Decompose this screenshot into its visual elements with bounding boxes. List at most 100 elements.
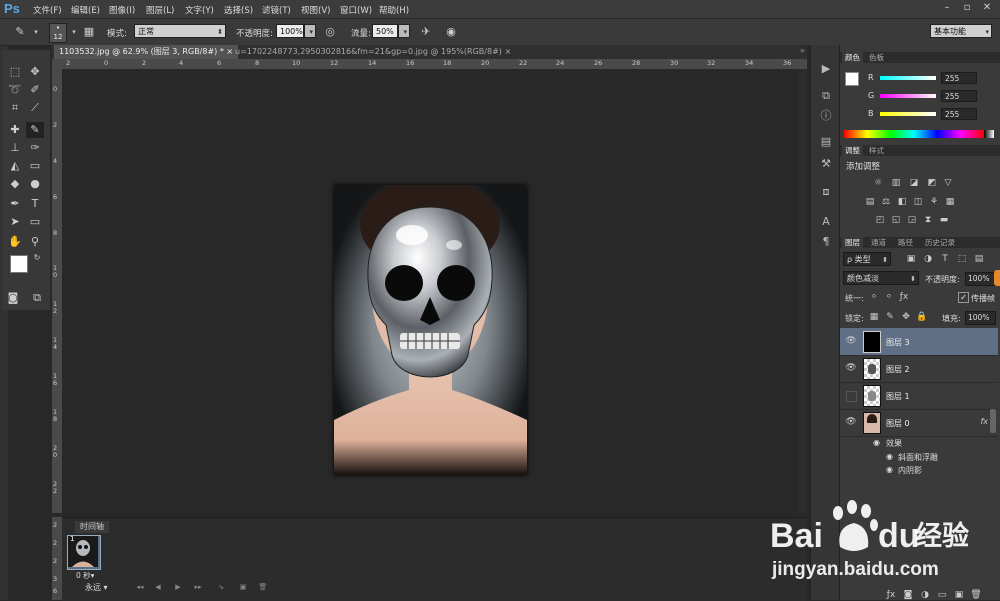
layer-name[interactable]: 图层 3 xyxy=(886,337,910,348)
next-frame-icon[interactable]: ▸▸ xyxy=(192,583,204,593)
zoom-tool-icon[interactable]: ⚲ xyxy=(26,234,44,250)
marquee-tool-icon[interactable]: ⬚ xyxy=(6,64,24,80)
menu-window[interactable]: 窗口(W) xyxy=(340,4,372,16)
propagate-checkbox[interactable]: ✓ xyxy=(958,292,969,303)
channel-slider[interactable] xyxy=(880,76,936,80)
quick-mask-icon[interactable]: ◙ xyxy=(4,290,22,306)
info-icon[interactable]: ⓘ xyxy=(819,109,833,123)
hand-tool-icon[interactable]: ✋ xyxy=(6,234,24,250)
eye-icon[interactable]: 👁 xyxy=(845,417,857,427)
frame-duration[interactable]: 0 秒▾ xyxy=(76,570,94,581)
layer-style-icon[interactable]: ƒx xyxy=(885,590,897,601)
vertical-scrollbar[interactable] xyxy=(798,69,807,513)
threshold-icon[interactable]: ◲ xyxy=(906,215,918,226)
chevron-down-icon[interactable]: ▾ xyxy=(28,24,44,40)
layer-comps-icon[interactable]: ⧈ xyxy=(819,185,833,199)
grayscale-bar[interactable] xyxy=(984,130,994,138)
eye-icon[interactable]: ◉ xyxy=(873,438,880,447)
color-balance-icon[interactable]: ⚖ xyxy=(880,197,892,208)
filter-type-icon[interactable]: T xyxy=(939,254,951,265)
filter-shape-icon[interactable]: ⬚ xyxy=(956,254,968,265)
brightness-icon[interactable]: ☼ xyxy=(872,178,884,189)
selective-color-icon[interactable]: ⧗ xyxy=(922,215,934,226)
panel-collapse-icon[interactable]: » xyxy=(800,46,805,55)
quick-select-tool-icon[interactable]: ✐ xyxy=(26,82,44,98)
menu-type[interactable]: 文字(Y) xyxy=(185,4,214,16)
posterize-icon[interactable]: ◱ xyxy=(890,215,902,226)
eye-icon[interactable]: ◉ xyxy=(886,465,893,474)
first-frame-icon[interactable]: ◂◂ xyxy=(134,583,146,593)
close-icon[interactable]: ✕ xyxy=(980,2,994,14)
brush-size-preset[interactable]: • 12 xyxy=(49,23,67,43)
lock-position-icon[interactable]: ✥ xyxy=(900,312,912,323)
duplicate-frame-icon[interactable]: ▣ xyxy=(237,583,249,593)
photo-filter-icon[interactable]: ◫ xyxy=(912,197,924,208)
loop-select[interactable]: 永远 ▾ xyxy=(85,582,130,594)
menu-filter[interactable]: 滤镜(T) xyxy=(262,4,291,16)
channel-mixer-icon[interactable]: ⚘ xyxy=(928,197,940,208)
clone-stamp-tool-icon[interactable]: ⊥ xyxy=(6,140,24,156)
menu-view[interactable]: 视图(V) xyxy=(301,4,330,16)
gradient-map-icon[interactable]: ▬ xyxy=(938,215,950,226)
effect-bevel-emboss[interactable]: 斜面和浮雕 xyxy=(898,452,938,463)
color-spectrum-bar[interactable] xyxy=(844,130,984,138)
history-brush-tool-icon[interactable]: ✑ xyxy=(26,140,44,156)
opacity-scrub-handle[interactable] xyxy=(994,270,1000,286)
tab-paths[interactable]: 路径 xyxy=(895,237,916,248)
swap-colors-icon[interactable]: ↻ xyxy=(28,250,46,266)
brush-panel-icon[interactable]: ▦ xyxy=(81,24,97,40)
healing-brush-tool-icon[interactable]: ✚ xyxy=(6,122,24,138)
layer-filter-select[interactable]: ρ 类型 ⬍ xyxy=(843,252,891,266)
tween-icon[interactable]: ⇘ xyxy=(215,583,227,593)
curves-icon[interactable]: ◪ xyxy=(908,178,920,189)
document-image[interactable] xyxy=(334,185,527,475)
filter-pixel-icon[interactable]: ▣ xyxy=(905,254,917,265)
menu-select[interactable]: 选择(S) xyxy=(224,4,253,16)
opacity-input[interactable]: 100% xyxy=(276,24,304,38)
opacity-slider-button[interactable]: ▾ xyxy=(304,24,316,38)
filter-adjust-icon[interactable]: ◑ xyxy=(922,254,934,265)
maximize-icon[interactable]: ▫ xyxy=(960,2,974,14)
menu-edit[interactable]: 编辑(E) xyxy=(71,4,100,16)
eye-icon[interactable]: ◉ xyxy=(886,452,893,461)
chevron-down-icon[interactable]: ▾ xyxy=(66,24,82,40)
tab-color[interactable]: 颜色 xyxy=(842,52,863,63)
gradient-tool-icon[interactable]: ▭ xyxy=(26,158,44,174)
color-lookup-icon[interactable]: ▦ xyxy=(944,197,956,208)
delete-layer-icon[interactable]: 🗑 xyxy=(970,590,982,601)
history-icon[interactable]: ⧉ xyxy=(819,89,833,103)
mode-select[interactable]: 正常 ⬍ xyxy=(134,24,226,38)
unify-style-icon[interactable]: ƒx xyxy=(898,292,910,303)
filter-smart-icon[interactable]: ▤ xyxy=(973,254,985,265)
screen-mode-icon[interactable]: ⧉ xyxy=(28,290,46,306)
vibrance-icon[interactable]: ▽ xyxy=(942,178,954,189)
unify-visibility-icon[interactable]: ⸰ xyxy=(883,292,895,303)
timeline-tab[interactable]: 时间轴 xyxy=(75,521,109,533)
invert-icon[interactable]: ◰ xyxy=(874,215,886,226)
channel-value[interactable]: 255 xyxy=(941,72,977,84)
shape-tool-icon[interactable]: ▭ xyxy=(26,214,44,230)
levels-icon[interactable]: ▥ xyxy=(890,178,902,189)
layer-mask-icon[interactable]: ◙ xyxy=(902,590,914,601)
dodge-tool-icon[interactable]: ● xyxy=(26,176,44,192)
fill-input[interactable]: 100% xyxy=(965,311,996,325)
pressure-size-icon[interactable]: ◉ xyxy=(443,24,459,40)
lasso-tool-icon[interactable]: ➰ xyxy=(6,82,24,98)
layer-row[interactable]: 👁 图层 2 xyxy=(840,355,998,383)
brush-tool-icon[interactable]: ✎ xyxy=(12,24,28,40)
minimize-icon[interactable]: – xyxy=(940,2,954,14)
new-layer-icon[interactable]: ▣ xyxy=(953,590,965,601)
pressure-opacity-icon[interactable]: ◎ xyxy=(322,24,338,40)
crop-tool-icon[interactable]: ⌗ xyxy=(6,100,24,116)
effect-inner-shadow[interactable]: 内阴影 xyxy=(898,465,922,476)
tab-styles[interactable]: 样式 xyxy=(866,145,887,156)
layer-row[interactable]: 👁 图层 3 xyxy=(840,328,998,356)
character-icon[interactable]: A xyxy=(819,215,833,229)
tab-history[interactable]: 历史记录 xyxy=(922,237,958,248)
tab-channels[interactable]: 通道 xyxy=(868,237,889,248)
eyedropper-tool-icon[interactable]: ⟋ xyxy=(26,100,44,116)
blur-tool-icon[interactable]: ◆ xyxy=(6,176,24,192)
play-icon[interactable]: ▶ xyxy=(172,583,184,593)
black-white-icon[interactable]: ◧ xyxy=(896,197,908,208)
eye-icon[interactable]: 👁 xyxy=(845,336,857,346)
